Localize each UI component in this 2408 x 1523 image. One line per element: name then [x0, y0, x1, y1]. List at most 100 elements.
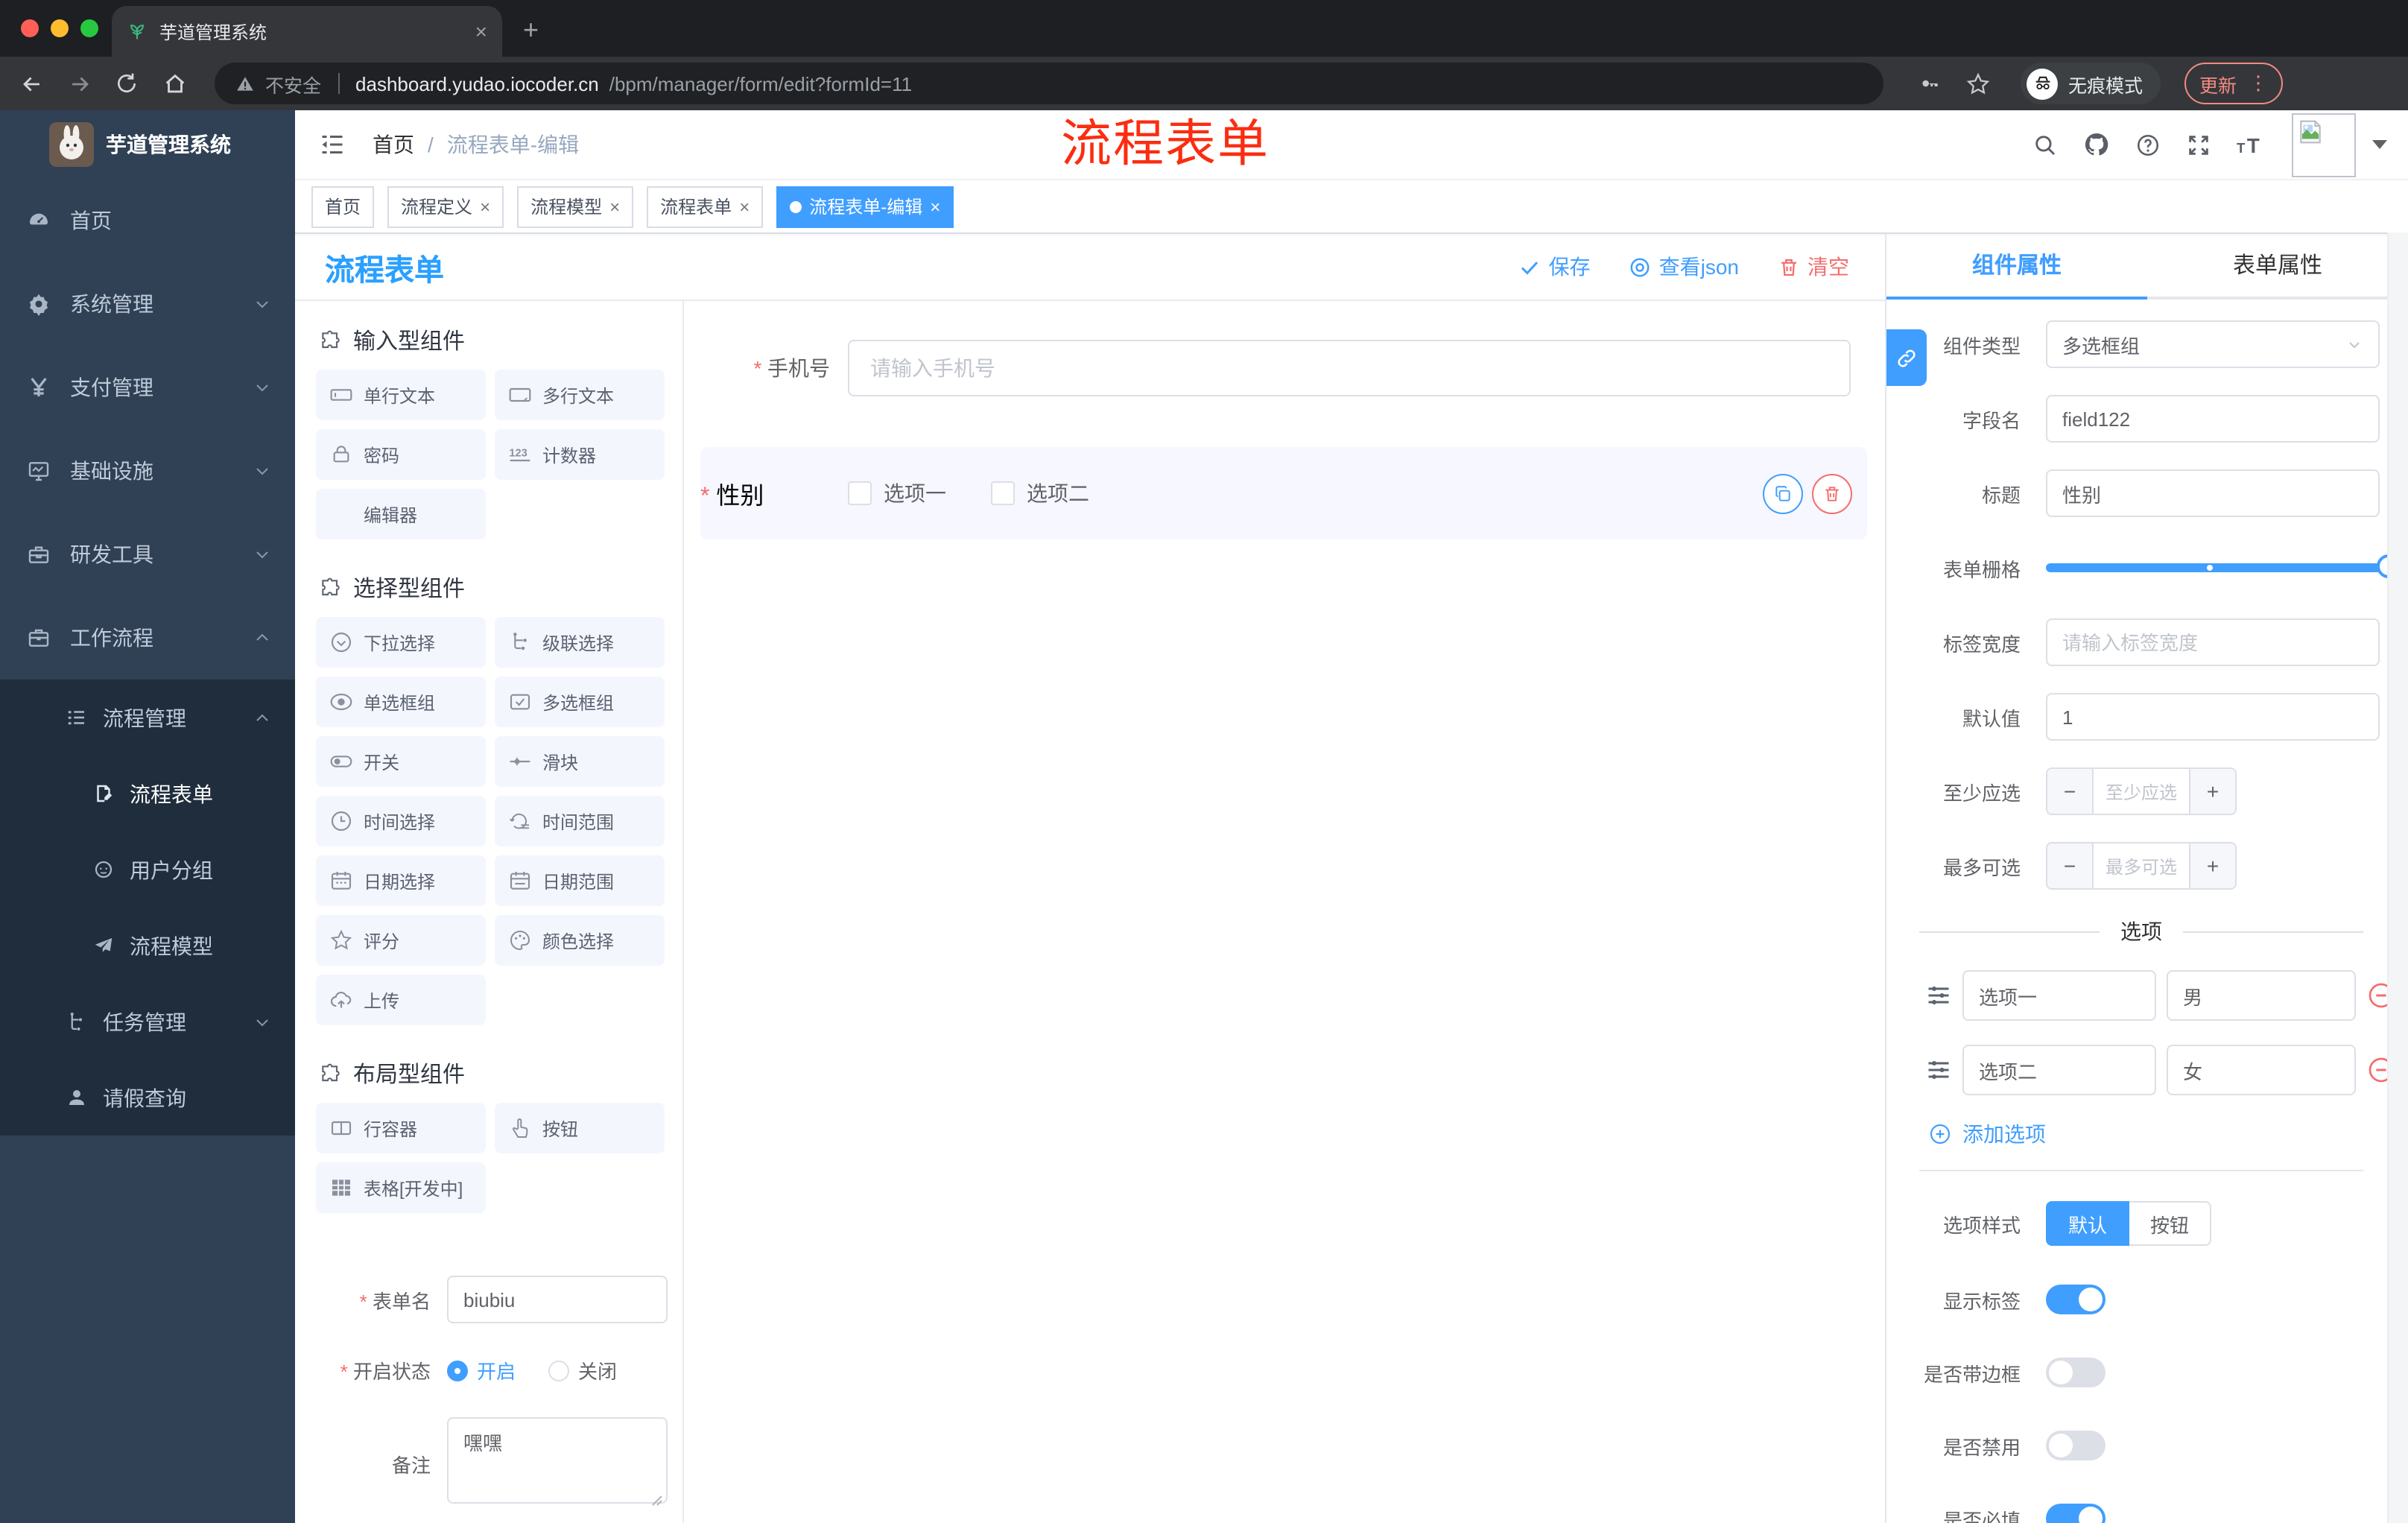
stepper-minus-button[interactable]: − — [2047, 769, 2094, 814]
tag-close-icon[interactable]: × — [739, 196, 750, 217]
status-on-radio[interactable]: 开启 — [447, 1356, 516, 1384]
address-bar[interactable]: 不安全 dashboard.yudao.iocoder.cn/bpm/manag… — [215, 63, 1883, 104]
browser-tab[interactable]: 芋道管理系统 × — [112, 6, 502, 57]
component-row-container[interactable]: 行容器 — [316, 1103, 486, 1153]
window-zoom-button[interactable] — [80, 19, 98, 37]
phone-field-input[interactable] — [848, 340, 1851, 396]
save-button[interactable]: 保存 — [1519, 252, 1591, 282]
sidebar-collapse-button[interactable] — [313, 125, 352, 164]
tag-process-form[interactable]: 流程表单 × — [647, 186, 764, 227]
option-value-input[interactable] — [2167, 970, 2356, 1021]
component-time-picker[interactable]: 时间选择 — [316, 796, 486, 846]
max-select-stepper[interactable]: − 最多可选 + — [2046, 842, 2237, 890]
component-multi-line-text[interactable]: 多行文本 — [495, 370, 665, 420]
component-counter[interactable]: 123 计数器 — [495, 429, 665, 480]
component-rate[interactable]: 评分 — [316, 915, 486, 966]
scrollbar-track[interactable] — [2387, 232, 2408, 1523]
field-link-tag[interactable] — [1886, 329, 1927, 386]
drag-handle-icon[interactable] — [1925, 1057, 1952, 1083]
component-date-range[interactable]: 日期范围 — [495, 855, 665, 906]
form-grid-slider[interactable] — [2046, 544, 2401, 592]
add-option-button[interactable]: 添加选项 — [1928, 1119, 2408, 1149]
bookmark-star-icon[interactable] — [1958, 64, 1997, 103]
view-json-button[interactable]: 查看json — [1629, 252, 1739, 282]
window-minimize-button[interactable] — [51, 19, 69, 37]
sidebar-item-payment[interactable]: 支付管理 — [0, 346, 295, 429]
back-button[interactable] — [12, 64, 51, 103]
component-type-select[interactable]: 多选框组 — [2046, 320, 2380, 368]
style-button-button[interactable]: 按钮 — [2129, 1201, 2212, 1246]
title-input[interactable] — [2046, 469, 2380, 517]
component-slider[interactable]: 滑块 — [495, 736, 665, 787]
tab-component-props[interactable]: 组件属性 — [1886, 234, 2147, 300]
app-logo[interactable]: 芋道管理系统 — [0, 110, 295, 179]
tab-form-props[interactable]: 表单属性 — [2147, 234, 2408, 300]
style-default-button[interactable]: 默认 — [2046, 1201, 2130, 1246]
sidebar-item-process-model[interactable]: 流程模型 — [0, 908, 295, 984]
form-remark-textarea[interactable]: 嘿嘿 — [447, 1417, 668, 1504]
breadcrumb-home[interactable]: 首页 — [373, 130, 414, 159]
label-width-input[interactable] — [2046, 618, 2380, 666]
copy-field-button[interactable] — [1763, 473, 1803, 513]
field-name-input[interactable] — [2046, 395, 2380, 443]
help-icon[interactable] — [2135, 132, 2161, 157]
component-radio-group[interactable]: 单选框组 — [316, 677, 486, 727]
option-label-input[interactable] — [1962, 1045, 2156, 1095]
avatar[interactable] — [2292, 113, 2356, 177]
stepper-plus-button[interactable]: + — [2189, 769, 2235, 814]
component-editor[interactable]: 编辑器 — [316, 489, 486, 539]
min-select-stepper[interactable]: − 至少应选 + — [2046, 767, 2237, 815]
sidebar-item-system[interactable]: 系统管理 — [0, 262, 295, 346]
browser-menu-icon[interactable]: ⋮ — [2249, 72, 2268, 95]
required-toggle[interactable] — [2046, 1504, 2106, 1523]
component-time-range[interactable]: 时间范围 — [495, 796, 665, 846]
tag-close-icon[interactable]: × — [930, 196, 940, 217]
reload-button[interactable] — [107, 64, 146, 103]
sidebar-item-workflow[interactable]: 工作流程 — [0, 596, 295, 680]
sidebar-item-devtools[interactable]: 研发工具 — [0, 513, 295, 596]
border-toggle[interactable] — [2046, 1358, 2106, 1387]
home-button[interactable] — [155, 64, 194, 103]
component-password[interactable]: 密码 — [316, 429, 486, 480]
tag-process-definition[interactable]: 流程定义 × — [387, 186, 504, 227]
sidebar-item-user-group[interactable]: 用户分组 — [0, 832, 295, 908]
new-tab-button[interactable]: + — [523, 15, 539, 46]
component-single-line-text[interactable]: 单行文本 — [316, 370, 486, 420]
component-color-picker[interactable]: 颜色选择 — [495, 915, 665, 966]
window-controls[interactable] — [21, 19, 98, 37]
form-canvas[interactable]: 手机号 性别 选项一 — [684, 301, 1885, 1523]
github-icon[interactable] — [2083, 131, 2110, 158]
component-checkbox-group[interactable]: 多选框组 — [495, 677, 665, 727]
status-off-radio[interactable]: 关闭 — [548, 1356, 617, 1384]
tab-close-icon[interactable]: × — [475, 21, 487, 42]
component-select[interactable]: 下拉选择 — [316, 617, 486, 668]
avatar-caret-icon[interactable] — [2372, 140, 2387, 149]
show-label-toggle[interactable] — [2046, 1285, 2106, 1314]
tag-close-icon[interactable]: × — [480, 196, 490, 217]
window-close-button[interactable] — [21, 19, 39, 37]
delete-field-button[interactable] — [1812, 473, 1852, 513]
form-name-input[interactable] — [447, 1276, 668, 1323]
disabled-toggle[interactable] — [2046, 1431, 2106, 1460]
option-value-input[interactable] — [2167, 1045, 2356, 1095]
default-value-input[interactable] — [2046, 693, 2380, 741]
max-select-value[interactable]: 最多可选 — [2094, 843, 2189, 888]
resize-handle-icon[interactable] — [651, 1495, 663, 1507]
tag-close-icon[interactable]: × — [609, 196, 620, 217]
stepper-plus-button[interactable]: + — [2189, 843, 2235, 888]
component-table-dev[interactable]: 表格[开发中] — [316, 1162, 486, 1213]
gender-option1-checkbox[interactable]: 选项一 — [848, 478, 946, 508]
browser-update-button[interactable]: 更新 ⋮ — [2184, 63, 2284, 104]
option-label-input[interactable] — [1962, 970, 2156, 1021]
tag-home[interactable]: 首页 — [311, 186, 375, 227]
component-upload[interactable]: 上传 — [316, 975, 486, 1025]
tag-process-form-edit[interactable]: 流程表单-编辑 × — [776, 186, 954, 227]
fullscreen-icon[interactable] — [2186, 132, 2211, 157]
drag-handle-icon[interactable] — [1925, 982, 1952, 1009]
font-size-icon[interactable]: TT — [2237, 133, 2266, 156]
component-button[interactable]: 按钮 — [495, 1103, 665, 1153]
tag-process-model[interactable]: 流程模型 × — [517, 186, 634, 227]
component-switch[interactable]: 开关 — [316, 736, 486, 787]
gender-field-selected-card[interactable]: 性别 选项一 选项二 — [700, 447, 1867, 539]
component-cascader[interactable]: 级联选择 — [495, 617, 665, 668]
